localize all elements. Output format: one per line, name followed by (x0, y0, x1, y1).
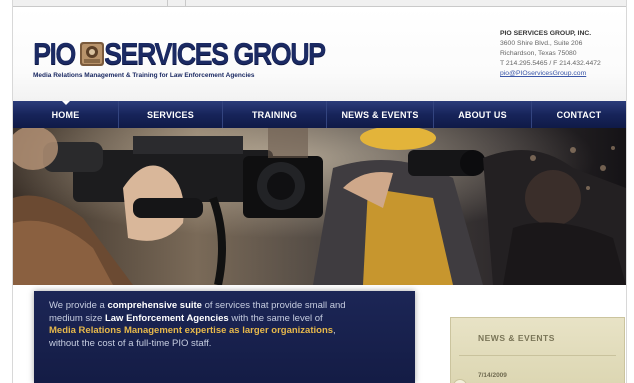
nav-news-events[interactable]: NEWS & EVENTS (327, 101, 434, 128)
blurb-text: of services that provide small and (201, 300, 346, 311)
frame-divider (167, 0, 168, 6)
blurb-text: We provide a (49, 300, 108, 311)
browser-frame-left (0, 0, 13, 383)
nav-services[interactable]: SERVICES (119, 101, 223, 128)
hero-photo (13, 128, 626, 285)
nav-contact[interactable]: CONTACT (532, 101, 626, 128)
logo-text-services-group: SERVICES GROUP (104, 36, 326, 71)
content-area: We provide a comprehensive suite of serv… (13, 285, 626, 383)
news-panel-title: NEWS & EVENTS (478, 333, 555, 343)
contact-phones: T 214.295.5465 / F 214.432.4472 (500, 60, 601, 67)
nav-about-us[interactable]: ABOUT US (434, 101, 532, 128)
logo-text-pio: PIO (33, 36, 76, 71)
blurb-gold-highlight: Media Relations Management expertise as … (49, 325, 334, 337)
browser-frame-right (626, 0, 634, 383)
logo-badge-icon (78, 39, 106, 69)
blurb-text: medium size (49, 312, 105, 324)
web-page: PIO SERVICES GROUP Media Relations Manag… (13, 7, 626, 383)
nav-training[interactable]: TRAINING (223, 101, 327, 128)
site-tagline: Media Relations Management & Training fo… (33, 72, 255, 79)
contact-email-link[interactable]: pio@PIOservicesGroup.com (500, 70, 586, 77)
blurb-text: without the cost of a full-time PIO staf… (49, 337, 212, 349)
contact-address-line-2: Richardson, Texas 75080 (500, 50, 577, 57)
bullet-icon (453, 379, 467, 383)
frame-divider (185, 0, 186, 6)
site-logo[interactable]: PIO SERVICES GROUP (33, 37, 355, 71)
blurb-highlight: comprehensive suite (107, 300, 202, 311)
site-header: PIO SERVICES GROUP Media Relations Manag… (13, 7, 626, 101)
contact-address-line-1: 3600 Shire Blvd., Suite 206 (500, 40, 583, 47)
browser-frame-top (0, 0, 634, 7)
news-divider (459, 355, 616, 356)
news-item-date[interactable]: 7/14/2009 (478, 372, 507, 379)
blurb-text: with the same level of (228, 312, 323, 324)
blurb-text: , (333, 325, 336, 337)
contact-block: PIO SERVICES GROUP, INC. 3600 Shire Blvd… (500, 29, 601, 79)
contact-company: PIO SERVICES GROUP, INC. (500, 30, 592, 37)
main-nav: HOME SERVICES TRAINING NEWS & EVENTS ABO… (13, 101, 626, 128)
intro-blurb: We provide a comprehensive suite of serv… (34, 291, 415, 383)
blurb-highlight: Law Enforcement Agencies (104, 312, 229, 324)
news-events-panel: NEWS & EVENTS 7/14/2009 (450, 317, 625, 383)
nav-home[interactable]: HOME (13, 101, 119, 128)
